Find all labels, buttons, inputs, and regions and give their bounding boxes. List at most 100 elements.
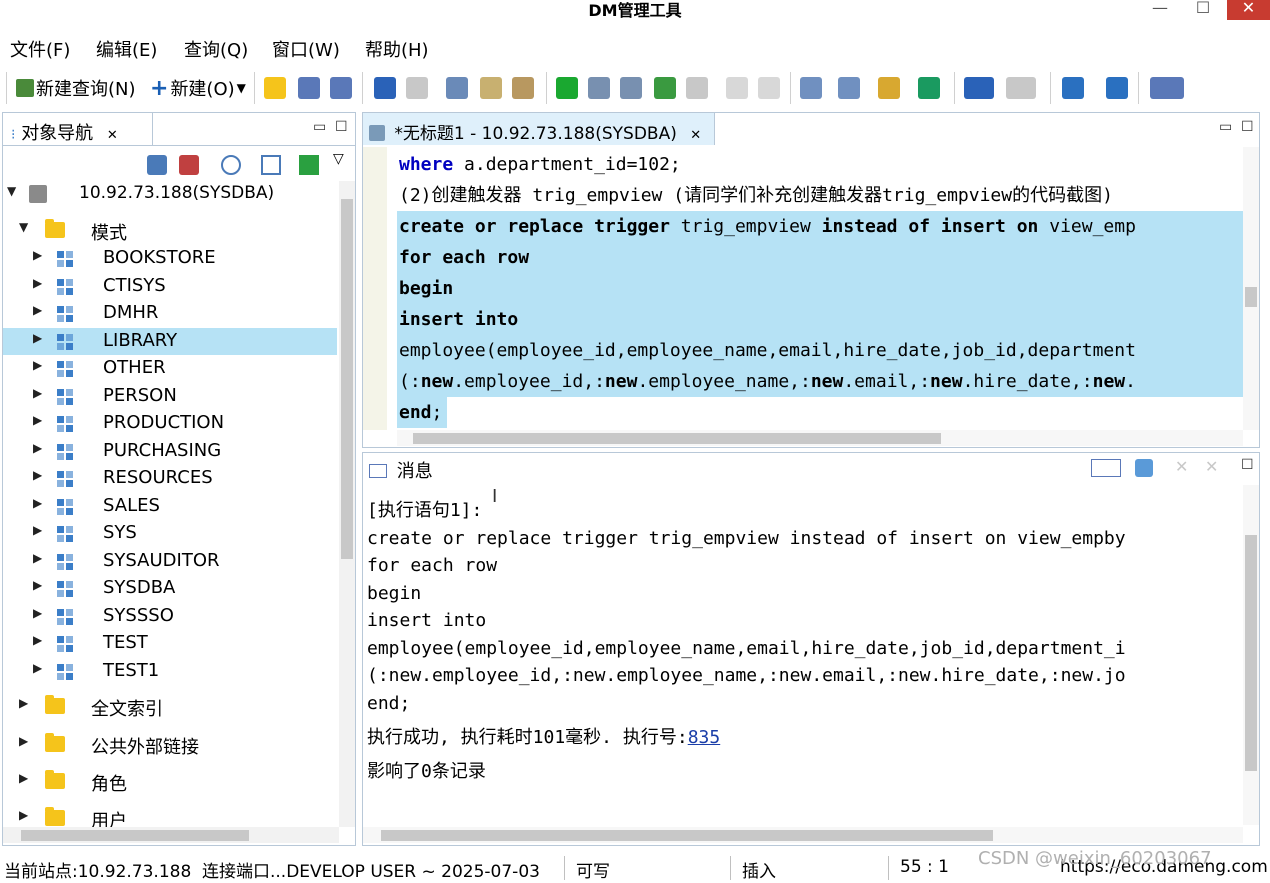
tree-schema-ctisys[interactable]: ▶ CTISYS bbox=[3, 273, 337, 300]
find-icon[interactable] bbox=[878, 77, 900, 99]
messages-vertical-scrollbar[interactable] bbox=[1243, 485, 1259, 825]
minimize-panel-icon[interactable]: ▭ bbox=[1219, 119, 1232, 135]
forward-icon[interactable] bbox=[1006, 77, 1036, 99]
menu-window[interactable]: 窗口(W) bbox=[272, 36, 340, 62]
messages-horizontal-scrollbar[interactable] bbox=[363, 827, 1243, 843]
tree-schema-test[interactable]: ▶ TEST bbox=[3, 630, 337, 657]
close-icon[interactable]: ✕ bbox=[107, 128, 118, 143]
remove-icon[interactable]: ✕ bbox=[1175, 457, 1188, 476]
execute-plan-icon[interactable] bbox=[918, 77, 940, 99]
save-all-icon[interactable] bbox=[330, 77, 352, 99]
close-icon[interactable]: ✕ bbox=[690, 128, 701, 143]
redo-icon[interactable] bbox=[406, 77, 428, 99]
tree-schema-dmhr[interactable]: ▶ DMHR bbox=[3, 300, 337, 327]
collapsed-arrow-icon[interactable]: ▶ bbox=[33, 303, 42, 317]
disconnect-icon[interactable] bbox=[179, 155, 199, 175]
explain-icon[interactable] bbox=[620, 77, 642, 99]
collapsed-arrow-icon[interactable]: ▶ bbox=[33, 248, 42, 262]
tree-folder-dblink[interactable]: ▶ 公共外部链接 bbox=[3, 731, 337, 758]
search-icon[interactable] bbox=[221, 155, 241, 175]
cut-icon[interactable] bbox=[446, 77, 468, 99]
rollback-icon[interactable] bbox=[758, 77, 780, 99]
home-icon[interactable] bbox=[1106, 77, 1128, 99]
tree-schema-person[interactable]: ▶ PERSON bbox=[3, 383, 337, 410]
run-icon[interactable] bbox=[556, 77, 578, 99]
debug-icon[interactable] bbox=[800, 77, 822, 99]
save-icon[interactable] bbox=[298, 77, 320, 99]
collapsed-arrow-icon[interactable]: ▶ bbox=[33, 551, 42, 565]
tree-folder-fulltext[interactable]: ▶ 全文索引 bbox=[3, 693, 337, 720]
collapsed-arrow-icon[interactable]: ▶ bbox=[33, 496, 42, 510]
copy-icon[interactable] bbox=[480, 77, 502, 99]
tree-schema-folder[interactable]: ▼ 模式 bbox=[3, 217, 337, 244]
tab-object-navigator[interactable]: ⁝ 对象导航 ✕ bbox=[3, 113, 153, 145]
tree-schema-production[interactable]: ▶ PRODUCTION bbox=[3, 410, 337, 437]
collapsed-arrow-icon[interactable]: ▶ bbox=[19, 808, 28, 822]
maximize-panel-icon[interactable]: ☐ bbox=[335, 119, 348, 135]
collapsed-arrow-icon[interactable]: ▶ bbox=[19, 771, 28, 785]
collapsed-arrow-icon[interactable]: ▶ bbox=[33, 358, 42, 372]
close-button[interactable]: ✕ bbox=[1227, 0, 1270, 20]
collapsed-arrow-icon[interactable]: ▶ bbox=[19, 696, 28, 710]
collapsed-arrow-icon[interactable]: ▶ bbox=[33, 441, 42, 455]
remove-all-icon[interactable]: ✕ bbox=[1205, 457, 1218, 476]
tree-schema-sysauditor[interactable]: ▶ SYSAUDITOR bbox=[3, 548, 337, 575]
tree-schema-resources[interactable]: ▶ RESOURCES bbox=[3, 465, 337, 492]
expand-arrow-icon[interactable]: ▼ bbox=[7, 184, 16, 198]
expand-icon[interactable] bbox=[299, 155, 319, 175]
connect-icon[interactable] bbox=[147, 155, 167, 175]
scrollbar-thumb[interactable] bbox=[1245, 535, 1257, 771]
paste-icon[interactable] bbox=[512, 77, 534, 99]
bug-icon[interactable] bbox=[1062, 77, 1084, 99]
menu-edit[interactable]: 编辑(E) bbox=[96, 36, 157, 62]
scrollbar-thumb[interactable] bbox=[413, 433, 941, 444]
collapsed-arrow-icon[interactable]: ▶ bbox=[33, 468, 42, 482]
scrollbar-thumb[interactable] bbox=[1245, 287, 1257, 307]
collapsed-arrow-icon[interactable]: ▶ bbox=[33, 523, 42, 537]
commit-icon[interactable] bbox=[726, 77, 748, 99]
maximize-panel-icon[interactable]: ☐ bbox=[1241, 119, 1254, 135]
new-query-button[interactable]: 新建查询(N) bbox=[16, 76, 136, 100]
schedule-icon[interactable] bbox=[838, 77, 860, 99]
collapsed-arrow-icon[interactable]: ▶ bbox=[33, 606, 42, 620]
clear-icon[interactable] bbox=[1135, 459, 1153, 477]
code-area[interactable]: where a.department_id=102; (2)创建触发器 trig… bbox=[397, 147, 1243, 430]
tree-folder-roles[interactable]: ▶ 角色 bbox=[3, 768, 337, 795]
collapsed-arrow-icon[interactable]: ▶ bbox=[33, 661, 42, 675]
tree-schema-library[interactable]: ▶ LIBRARY bbox=[3, 327, 337, 355]
maximize-button[interactable]: ☐ bbox=[1183, 0, 1223, 20]
tree-schema-test1[interactable]: ▶ TEST1 bbox=[3, 658, 337, 685]
expand-arrow-icon[interactable]: ▼ bbox=[19, 220, 28, 234]
tree-schema-sysdba[interactable]: ▶ SYSDBA bbox=[3, 575, 337, 602]
minimize-button[interactable]: — bbox=[1140, 0, 1180, 20]
tree-schema-purchasing[interactable]: ▶ PURCHASING bbox=[3, 438, 337, 465]
new-dropdown-button[interactable]: + 新建(O) ▼ bbox=[150, 76, 246, 101]
back-icon[interactable] bbox=[964, 77, 994, 99]
collapsed-arrow-icon[interactable]: ▶ bbox=[33, 331, 42, 345]
collapse-all-icon[interactable] bbox=[261, 155, 281, 175]
scrollbar-thumb[interactable] bbox=[381, 830, 993, 841]
run-script-icon[interactable] bbox=[588, 77, 610, 99]
menu-query[interactable]: 查询(Q) bbox=[184, 36, 248, 62]
tree-schema-other[interactable]: ▶ OTHER bbox=[3, 355, 337, 382]
maximize-panel-icon[interactable]: ☐ bbox=[1241, 457, 1254, 473]
scrollbar-thumb[interactable] bbox=[341, 199, 353, 559]
tree-schema-sales[interactable]: ▶ SALES bbox=[3, 493, 337, 520]
navigator-vertical-scrollbar[interactable] bbox=[339, 181, 355, 827]
exec-number-link[interactable]: 835 bbox=[688, 727, 721, 748]
open-folder-icon[interactable] bbox=[264, 77, 286, 99]
editor-horizontal-scrollbar[interactable] bbox=[397, 430, 1243, 446]
view-menu-icon[interactable] bbox=[1091, 459, 1121, 477]
collapsed-arrow-icon[interactable]: ▶ bbox=[33, 633, 42, 647]
tree-schema-bookstore[interactable]: ▶ BOOKSTORE bbox=[3, 245, 337, 272]
collapsed-arrow-icon[interactable]: ▶ bbox=[19, 734, 28, 748]
scrollbar-thumb[interactable] bbox=[21, 830, 249, 841]
navigator-horizontal-scrollbar[interactable] bbox=[3, 827, 339, 843]
stop-icon[interactable] bbox=[686, 77, 708, 99]
minimize-panel-icon[interactable]: ▭ bbox=[313, 119, 326, 135]
tree-schema-syssso[interactable]: ▶ SYSSSO bbox=[3, 603, 337, 630]
editor-vertical-scrollbar[interactable] bbox=[1243, 147, 1259, 430]
tree-folder-users[interactable]: ▶ 用户 bbox=[3, 805, 337, 827]
menu-help[interactable]: 帮助(H) bbox=[365, 36, 429, 62]
undo-icon[interactable] bbox=[374, 77, 396, 99]
